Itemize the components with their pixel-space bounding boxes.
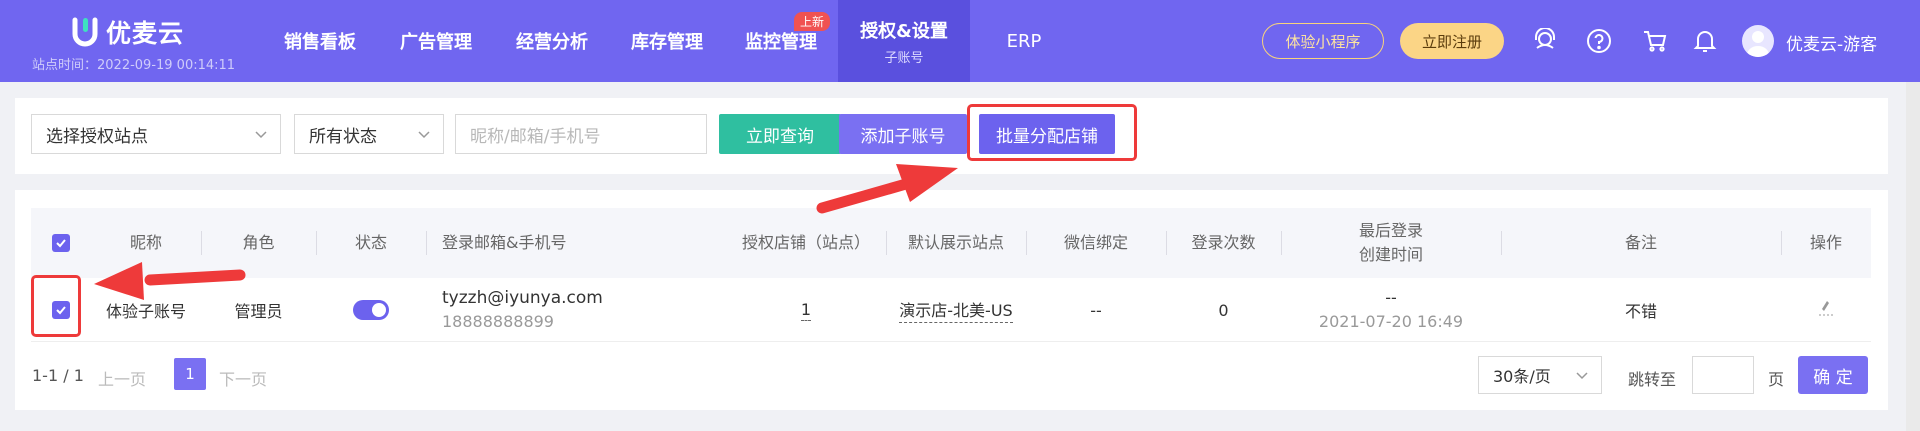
select-all-checkbox[interactable] (52, 234, 70, 252)
nav-ad-management[interactable]: 广告管理 (378, 0, 494, 82)
prev-page-button[interactable]: 上一页 (98, 366, 146, 390)
table-row: 体验子账号 管理员 tyzzh@iyunya.com 18888888899 1… (31, 278, 1871, 342)
help-icon[interactable] (1584, 26, 1614, 56)
nav-label: 销售看板 (284, 32, 356, 53)
page-size-value: 30条/页 (1493, 367, 1551, 386)
bell-icon[interactable] (1690, 26, 1720, 56)
column-header: 微信绑定 (1063, 233, 1128, 252)
shops-cell: 1 (726, 278, 886, 342)
column-header: 角色 (242, 233, 275, 252)
nickname-cell: 体验子账号 (105, 302, 186, 321)
highlight-box-batch-button (967, 104, 1137, 161)
login-count-cell: 0 (1218, 300, 1229, 320)
nav-label: 库存管理 (631, 32, 703, 53)
page-number-button[interactable]: 1 (174, 358, 206, 390)
nav-inventory[interactable]: 库存管理 (610, 0, 724, 82)
new-badge: 上新 (793, 12, 830, 31)
search-input[interactable]: 昵称/邮箱/手机号 (455, 114, 707, 154)
nav-label: 广告管理 (400, 32, 472, 53)
confirm-jump-button[interactable]: 确 定 (1798, 356, 1868, 394)
avatar[interactable] (1742, 25, 1774, 57)
column-header: 授权店铺（站点） (741, 233, 870, 252)
default-site-cell: 演示店-北美-US (886, 278, 1026, 342)
nav-label: 经营分析 (516, 32, 588, 53)
table-header: 昵称 角色 状态 登录邮箱&手机号 授权店铺（站点） 默认展示站点 微信绑定 登… (31, 208, 1871, 278)
site-select-value: 选择授权站点 (46, 126, 148, 147)
shops-count-link[interactable]: 1 (800, 300, 812, 321)
column-header: 登录次数 (1191, 233, 1256, 252)
column-header: 状态 (354, 233, 387, 252)
remark-cell: 不错 (1624, 302, 1657, 321)
jump-page-input[interactable] (1692, 356, 1754, 394)
nav-authorization-settings[interactable]: 授权&设置 子账号 (838, 0, 970, 82)
site-time: 站点时间：2022-09-19 00:14:11 (32, 58, 236, 73)
status-toggle[interactable] (353, 300, 389, 320)
nav-sales-dashboard[interactable]: 销售看板 (262, 0, 378, 82)
add-sub-account-button[interactable]: 添加子账号 (839, 114, 967, 154)
email-text: tyzzh@iyunya.com (442, 288, 603, 308)
query-button[interactable]: 立即查询 (719, 114, 841, 154)
jump-to-label: 跳转至 (1628, 370, 1677, 389)
pagination-total: 1-1 / 1 (32, 366, 84, 385)
status-select[interactable]: 所有状态 (294, 114, 444, 154)
page-size-select[interactable]: 30条/页 (1478, 356, 1602, 394)
sub-account-table: 昵称 角色 状态 登录邮箱&手机号 授权店铺（站点） 默认展示站点 微信绑定 登… (15, 190, 1888, 410)
column-header: 昵称 (129, 233, 162, 252)
filter-bar: 选择授权站点 所有状态 昵称/邮箱/手机号 立即查询 添加子账号 批量分配店铺 (15, 98, 1888, 174)
top-nav-bar: 优麦云 站点时间：2022-09-19 00:14:11 销售看板 广告管理 经… (0, 0, 1920, 82)
role-cell: 管理员 (234, 302, 283, 321)
page-unit-label: 页 (1768, 370, 1785, 389)
default-site-link[interactable]: 演示店-北美-US (899, 297, 1013, 323)
main-nav: 销售看板 广告管理 经营分析 库存管理 监控管理 上新 授权&设置 子账号 ER… (262, 0, 1078, 82)
chevron-down-icon (418, 131, 430, 139)
column-header: 操作 (1809, 233, 1842, 252)
nav-label: ERP (1006, 30, 1042, 52)
support-icon[interactable] (1530, 26, 1560, 56)
edit-icon[interactable] (1818, 299, 1834, 321)
select-all-cell (31, 208, 91, 278)
phone-text: 18888888899 (442, 312, 554, 331)
cart-icon[interactable] (1640, 26, 1670, 56)
action-cell (1781, 278, 1871, 342)
created-text: 2021-07-20 16:49 (1318, 312, 1464, 331)
search-placeholder: 昵称/邮箱/手机号 (470, 126, 601, 147)
nav-label: 监控管理 (745, 32, 817, 53)
contact-cell: tyzzh@iyunya.com 18888888899 (426, 278, 726, 342)
status-cell (316, 278, 426, 342)
nav-erp[interactable]: ERP (970, 0, 1078, 82)
highlight-box-row-checkbox (31, 275, 81, 337)
site-select[interactable]: 选择授权站点 (31, 114, 281, 154)
column-header: 创建时间 (1358, 245, 1423, 264)
status-select-value: 所有状态 (309, 126, 377, 147)
chevron-down-icon (1576, 372, 1588, 380)
register-button[interactable]: 立即注册 (1400, 23, 1504, 59)
user-name[interactable]: 优麦云-游客 (1786, 30, 1877, 55)
wechat-cell: -- (1090, 300, 1102, 320)
column-header: 备注 (1624, 233, 1657, 252)
logo-text: 优麦云 (106, 19, 185, 48)
logo-icon (72, 17, 98, 47)
last-login-created-cell: -- 2021-07-20 16:49 (1281, 278, 1501, 342)
column-header: 登录邮箱&手机号 (442, 233, 567, 252)
column-header: 默认展示站点 (907, 233, 1004, 252)
last-login-text: -- (1385, 288, 1397, 307)
column-header: 最后登录 (1358, 221, 1423, 240)
nav-monitoring[interactable]: 监控管理 上新 (724, 0, 838, 82)
next-page-button[interactable]: 下一页 (219, 366, 267, 390)
nav-label: 授权&设置 (860, 20, 948, 42)
nav-sub-label: 子账号 (884, 50, 924, 66)
chevron-down-icon (255, 131, 267, 139)
last-login-created-header: 最后登录 创建时间 (1281, 208, 1501, 278)
mini-program-button[interactable]: 体验小程序 (1262, 23, 1384, 59)
nav-business-analysis[interactable]: 经营分析 (494, 0, 610, 82)
logo[interactable]: 优麦云 (72, 14, 184, 50)
vertical-scrollbar[interactable] (1906, 82, 1920, 431)
